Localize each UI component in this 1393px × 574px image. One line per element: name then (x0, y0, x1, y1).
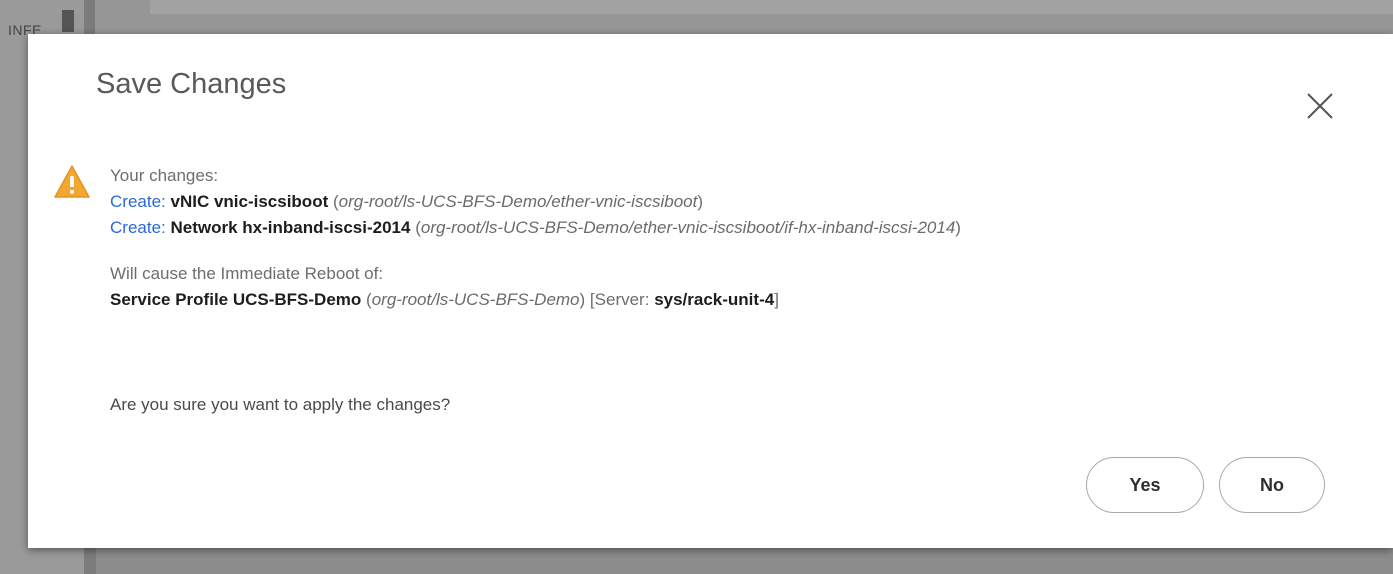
change-paren-close: ) (955, 218, 961, 237)
change-paren-close: ) (697, 192, 703, 211)
save-changes-dialog: Save Changes Your changes: Create: vNIC … (28, 34, 1393, 548)
dialog-message: Your changes: Create: vNIC vnic-iscsiboo… (110, 163, 1385, 313)
warning-icon (54, 165, 90, 198)
dialog-title: Save Changes (96, 68, 287, 100)
change-name: vNIC vnic-iscsiboot (170, 192, 329, 211)
change-line: Create: vNIC vnic-iscsiboot (org-root/ls… (110, 189, 1385, 215)
change-line: Create: Network hx-inband-iscsi-2014 (or… (110, 215, 1385, 241)
reboot-path: org-root/ls-UCS-BFS-Demo (371, 290, 580, 309)
changes-heading: Your changes: (110, 166, 219, 185)
server-value: sys/rack-unit-4 (654, 290, 775, 309)
no-button[interactable]: No (1219, 457, 1325, 513)
close-icon (1307, 93, 1333, 119)
confirm-question: Are you sure you want to apply the chang… (110, 395, 451, 414)
change-path: org-root/ls-UCS-BFS-Demo/ether-vnic-iscs… (338, 192, 698, 211)
reboot-paren-close: ) (579, 290, 586, 309)
reboot-profile-name: Service Profile UCS-BFS-Demo (110, 290, 362, 309)
yes-button[interactable]: Yes (1086, 457, 1204, 513)
close-button[interactable] (1300, 86, 1340, 126)
background-strip (150, 0, 1393, 14)
change-name: Network hx-inband-iscsi-2014 (170, 218, 411, 237)
change-prefix: Create: (110, 192, 166, 211)
background-marker (62, 10, 74, 32)
server-bracket-close: ] (774, 290, 779, 309)
reboot-heading: Will cause the Immediate Reboot of: (110, 264, 384, 283)
reboot-target: Service Profile UCS-BFS-Demo (org-root/l… (110, 287, 1385, 313)
server-label: [Server: (589, 290, 650, 309)
change-path: org-root/ls-UCS-BFS-Demo/ether-vnic-iscs… (420, 218, 956, 237)
change-prefix: Create: (110, 218, 166, 237)
